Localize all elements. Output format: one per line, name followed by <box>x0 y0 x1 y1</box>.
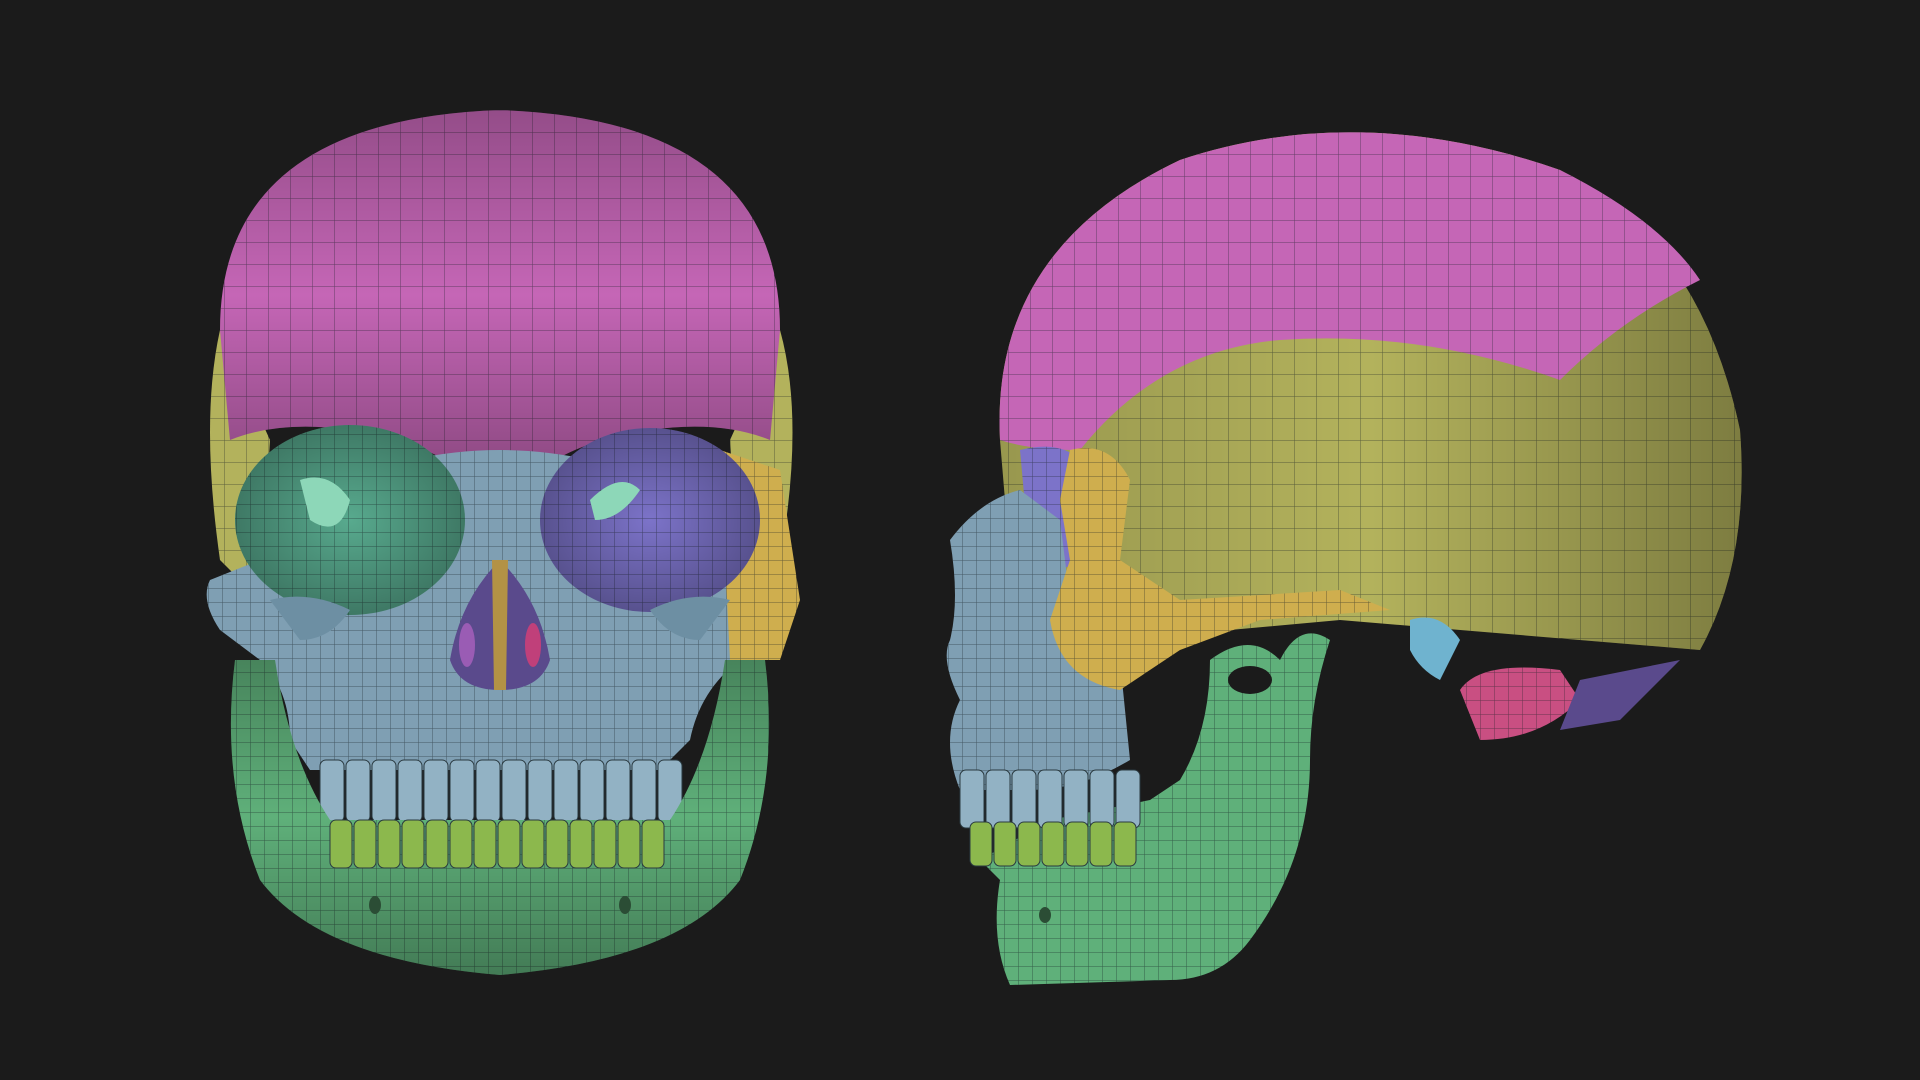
upper-tooth <box>397 759 423 823</box>
upper-tooth <box>553 759 579 823</box>
lower-tooth <box>377 819 401 869</box>
upper-tooth <box>423 759 449 823</box>
lower-tooth <box>473 819 497 869</box>
upper-tooth <box>1037 769 1063 829</box>
upper-tooth <box>1089 769 1115 829</box>
viewport <box>0 0 1920 1080</box>
lower-tooth <box>545 819 569 869</box>
side-skull-view <box>920 0 1780 1080</box>
upper-tooth <box>1115 769 1141 829</box>
lower-teeth-side <box>969 821 1137 867</box>
lower-tooth <box>569 819 593 869</box>
upper-teeth-side <box>959 769 1141 829</box>
lower-tooth <box>425 819 449 869</box>
lower-tooth <box>521 819 545 869</box>
upper-tooth <box>371 759 397 823</box>
side-skull-model <box>946 132 1742 985</box>
lower-tooth <box>449 819 473 869</box>
lower-tooth <box>1089 821 1113 867</box>
upper-tooth <box>527 759 553 823</box>
lower-tooth <box>497 819 521 869</box>
lower-tooth <box>617 819 641 869</box>
upper-tooth <box>345 759 371 823</box>
front-skull-model <box>206 110 800 975</box>
lower-tooth <box>1065 821 1089 867</box>
front-skull-view <box>180 0 820 1080</box>
upper-tooth <box>605 759 631 823</box>
upper-tooth <box>501 759 527 823</box>
lower-tooth <box>593 819 617 869</box>
upper-tooth <box>985 769 1011 829</box>
upper-tooth <box>449 759 475 823</box>
upper-tooth <box>1063 769 1089 829</box>
lower-tooth <box>641 819 665 869</box>
lower-tooth <box>353 819 377 869</box>
lower-tooth <box>969 821 993 867</box>
lower-tooth <box>1017 821 1041 867</box>
upper-tooth <box>579 759 605 823</box>
upper-tooth <box>475 759 501 823</box>
upper-tooth <box>1011 769 1037 829</box>
upper-tooth <box>631 759 657 823</box>
lower-tooth <box>329 819 353 869</box>
lower-tooth <box>1113 821 1137 867</box>
lower-tooth <box>993 821 1017 867</box>
lower-tooth <box>401 819 425 869</box>
lower-tooth <box>1041 821 1065 867</box>
upper-tooth <box>959 769 985 829</box>
